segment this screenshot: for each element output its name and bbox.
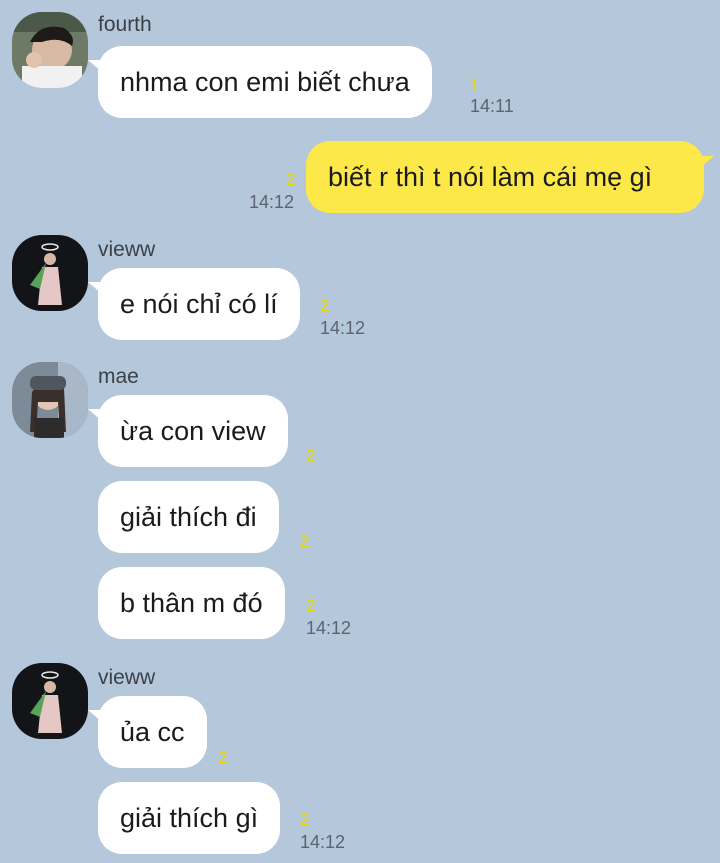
avatar-mae[interactable] bbox=[12, 362, 88, 438]
message-bubble-outgoing[interactable]: biết r thì t nói làm cái mẹ gì bbox=[306, 141, 704, 213]
unread-count: 1 bbox=[470, 75, 480, 94]
message-time: 14:12 bbox=[320, 318, 366, 338]
message-bubble[interactable]: e nói chỉ có lí bbox=[98, 268, 300, 340]
avatar-vieww[interactable] bbox=[12, 663, 88, 739]
message-bubble[interactable]: giải thích đi bbox=[98, 481, 279, 553]
message-bubble[interactable]: giải thích gì bbox=[98, 782, 281, 854]
unread-count: 2 bbox=[300, 810, 310, 829]
sender-name: vieww bbox=[98, 666, 156, 689]
unread-count: 2 bbox=[306, 446, 316, 465]
avatar-fourth[interactable] bbox=[12, 12, 88, 88]
message-time: 14:12 bbox=[306, 618, 352, 638]
sender-name: mae bbox=[98, 365, 139, 388]
sender-name: vieww bbox=[98, 238, 156, 261]
sender-name: fourth bbox=[98, 13, 152, 36]
message-time: 14:12 bbox=[300, 832, 346, 852]
unread-count: 2 bbox=[320, 296, 330, 315]
message-time: 14:12 bbox=[249, 192, 295, 212]
unread-count: 2 bbox=[218, 748, 228, 767]
unread-count: 2 bbox=[286, 170, 296, 189]
message-time: 14:11 bbox=[470, 96, 514, 116]
avatar-vieww[interactable] bbox=[12, 235, 88, 311]
unread-count: 2 bbox=[300, 532, 310, 551]
message-bubble[interactable]: ừa con view bbox=[98, 395, 288, 467]
message-bubble[interactable]: ủa cc bbox=[98, 696, 207, 768]
message-bubble[interactable]: nhma con emi biết chưa bbox=[98, 46, 432, 118]
message-bubble[interactable]: b thân m đó bbox=[98, 567, 285, 639]
unread-count: 2 bbox=[306, 596, 316, 615]
